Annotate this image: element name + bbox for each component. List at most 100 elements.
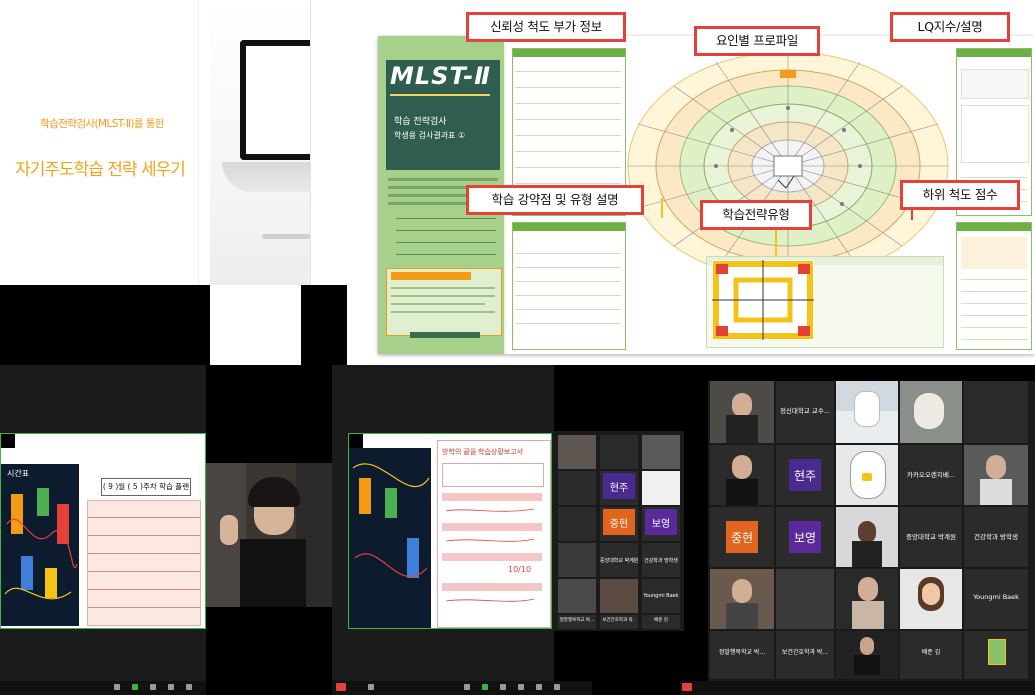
table-rule: [961, 315, 1027, 316]
participant-tile[interactable]: 정말행복학교 박...: [710, 631, 774, 679]
nature-image: [988, 639, 1006, 665]
participant-tile[interactable]: 건강학과 방학생: [964, 507, 1028, 567]
participant-tile[interactable]: Youngmi Baek: [642, 579, 680, 613]
screenshare-panel-2: 방학의 끝을 학습상황보고서 10/10: [332, 365, 554, 695]
participant-tile[interactable]: [710, 445, 774, 505]
table-rule: [515, 183, 621, 184]
avatar-hyunju: 현주: [789, 459, 821, 491]
participant-name: 카카오오렌지베...: [906, 471, 956, 479]
participant-name: 중앙대학교 박계원: [906, 533, 956, 541]
participant-name: 건강학과 방학생: [644, 558, 678, 564]
timetable-board-2: [349, 448, 431, 628]
meeting-toolbar: [332, 681, 592, 695]
participant-tile[interactable]: [836, 569, 898, 629]
avatar-boyoung: 보영: [789, 521, 821, 553]
intro-slide: 학습전략검사(MLST-Ⅱ)를 통한 자기주도학습 전략 세우기: [0, 0, 311, 285]
cover-text-line: [388, 178, 498, 181]
table-rule: [515, 281, 621, 282]
participant-tile[interactable]: [836, 445, 898, 505]
participant-tile[interactable]: [964, 381, 1028, 443]
table-rule: [88, 517, 200, 518]
more-icon[interactable]: [554, 684, 560, 690]
participant-tile-bird[interactable]: [642, 471, 680, 505]
person-face: [858, 577, 878, 601]
handwriting-overlay: [445, 508, 535, 602]
end-call-button[interactable]: [682, 683, 692, 691]
participants-icon[interactable]: [150, 684, 156, 690]
avatar-junghyun: 중현: [726, 521, 758, 553]
participant-tile[interactable]: 건강학과 방학생: [642, 543, 680, 577]
participant-tile[interactable]: 현주: [776, 445, 834, 505]
bird-beak: [862, 473, 872, 481]
participant-tile[interactable]: Youngmi Baek: [964, 569, 1028, 629]
avatar-face: [922, 583, 940, 605]
person-body: [854, 655, 880, 675]
participant-tile[interactable]: [836, 631, 898, 679]
end-call-button[interactable]: [336, 683, 346, 691]
share-icon[interactable]: [482, 684, 488, 690]
person-face: [732, 455, 752, 479]
gallery-large: 정신대학교 교수... 현주 카카오오렌지베... 중현 보영 중앙대학교 박계…: [708, 381, 1035, 681]
person-body: [726, 603, 758, 629]
participant-tile[interactable]: [964, 631, 1028, 679]
meeting-toolbar: [0, 681, 206, 695]
participant-name: 정신대학교 교수...: [779, 407, 831, 415]
person-body: [852, 601, 884, 629]
participant-tile[interactable]: [776, 569, 834, 629]
table-rule: [515, 309, 621, 310]
participant-tile[interactable]: 중앙대학교 박계원: [900, 507, 962, 567]
participant-tile[interactable]: [558, 543, 596, 577]
participant-tile[interactable]: 중현: [600, 507, 638, 541]
handwriting-overlay: [352, 463, 430, 577]
participant-tile[interactable]: 보건간호학과 박..: [600, 615, 638, 629]
participant-tile[interactable]: [710, 381, 774, 443]
participant-tile[interactable]: [558, 471, 596, 505]
table-rule: [961, 303, 1027, 304]
share-icon[interactable]: [186, 684, 192, 690]
slide-corner-tab: [349, 434, 363, 448]
participant-tile[interactable]: 보영: [776, 507, 834, 567]
cover-info-line: [391, 303, 485, 305]
participant-tile[interactable]: 정말행복학교 박...: [558, 615, 596, 629]
mic-icon[interactable]: [114, 684, 120, 690]
participant-tile[interactable]: 현주: [600, 471, 638, 505]
participant-tile[interactable]: [836, 381, 898, 443]
chat-icon[interactable]: [518, 684, 524, 690]
participant-tile[interactable]: 배준 김: [642, 615, 680, 629]
participant-tile[interactable]: 배준 김: [900, 631, 962, 679]
participant-tile[interactable]: [600, 579, 638, 613]
participant-tile[interactable]: [964, 445, 1028, 505]
participants-icon[interactable]: [500, 684, 506, 690]
callout-lq: LQ지수/설명: [890, 12, 1010, 42]
participant-tile[interactable]: 카카오오렌지베...: [900, 445, 962, 505]
reactions-icon[interactable]: [536, 684, 542, 690]
video-call-screenshots: 시간표 ( 9 )월 ( 5 )주차 학습 플랜 방학의 끝을 학습상황보고서 …: [0, 365, 1035, 695]
cover-subtitle-2: 학생용 검사결과표 ①: [394, 131, 466, 140]
participant-tile[interactable]: [900, 381, 962, 443]
monitor-image: [240, 40, 310, 160]
cover-info-line: [391, 311, 495, 313]
participant-tile[interactable]: 중앙대학교 박계원: [600, 543, 638, 577]
mic-icon[interactable]: [368, 684, 374, 690]
participant-tile[interactable]: [900, 569, 962, 629]
table-rule: [961, 177, 1027, 178]
cover-divider: [390, 94, 490, 96]
table-rule: [515, 323, 621, 324]
table-rule: [515, 151, 621, 152]
participant-tile[interactable]: [600, 435, 638, 469]
participant-tile[interactable]: [558, 507, 596, 541]
participant-tile[interactable]: [558, 435, 596, 469]
table-rule: [515, 103, 621, 104]
participant-tile[interactable]: 정신대학교 교수...: [776, 381, 834, 443]
chat-icon[interactable]: [168, 684, 174, 690]
video-icon[interactable]: [464, 684, 470, 690]
video-icon[interactable]: [132, 684, 138, 690]
participant-tile[interactable]: [642, 435, 680, 469]
participant-tile[interactable]: 보건간호학과 박...: [776, 631, 834, 679]
participant-tile[interactable]: [710, 569, 774, 629]
screenshare-panel-1: 시간표 ( 9 )월 ( 5 )주차 학습 플랜: [0, 365, 206, 695]
participant-tile[interactable]: [836, 507, 898, 567]
participant-tile[interactable]: 중현: [710, 507, 774, 567]
participant-tile[interactable]: 보영: [642, 507, 680, 541]
participant-tile[interactable]: [558, 579, 596, 613]
